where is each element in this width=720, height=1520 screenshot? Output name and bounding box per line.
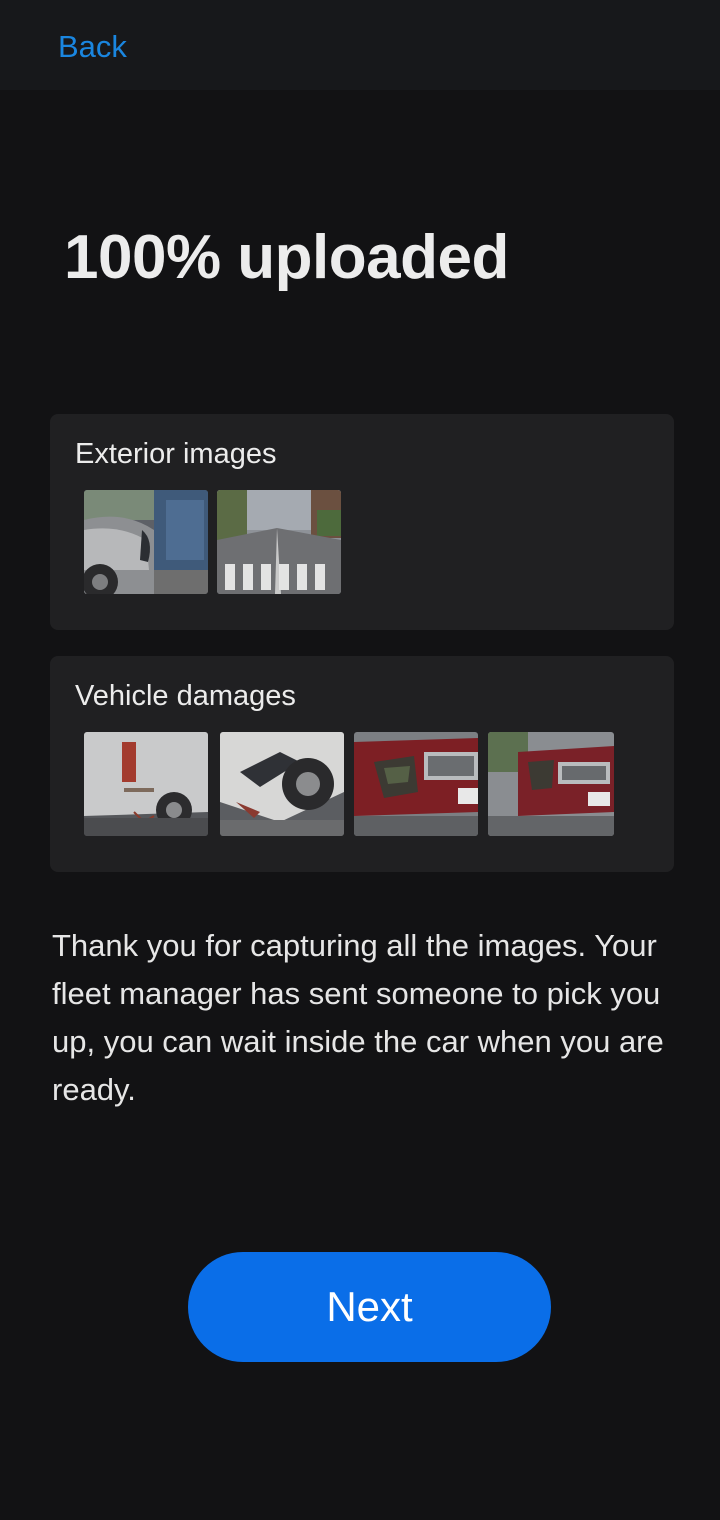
damage-image-thumbnail-2[interactable] xyxy=(220,732,344,836)
exterior-images-title: Exterior images xyxy=(75,438,277,470)
page-title: 100% uploaded xyxy=(64,223,509,292)
vehicle-damages-card: Vehicle damages xyxy=(50,656,674,872)
damage-image-thumbnail-1[interactable] xyxy=(84,732,208,836)
vehicle-damages-title: Vehicle damages xyxy=(75,680,296,712)
exterior-images-card: Exterior images xyxy=(50,414,674,630)
next-button[interactable]: Next xyxy=(188,1252,551,1362)
back-link[interactable]: Back xyxy=(58,28,127,66)
exterior-image-thumbnail-2[interactable] xyxy=(217,490,341,594)
completion-message: Thank you for capturing all the images. … xyxy=(52,928,664,1107)
top-bar: Back xyxy=(0,0,720,90)
damage-image-thumbnail-4[interactable] xyxy=(488,732,614,836)
exterior-image-thumbnail-1[interactable] xyxy=(84,490,208,594)
damage-image-thumbnail-3[interactable] xyxy=(354,732,478,836)
